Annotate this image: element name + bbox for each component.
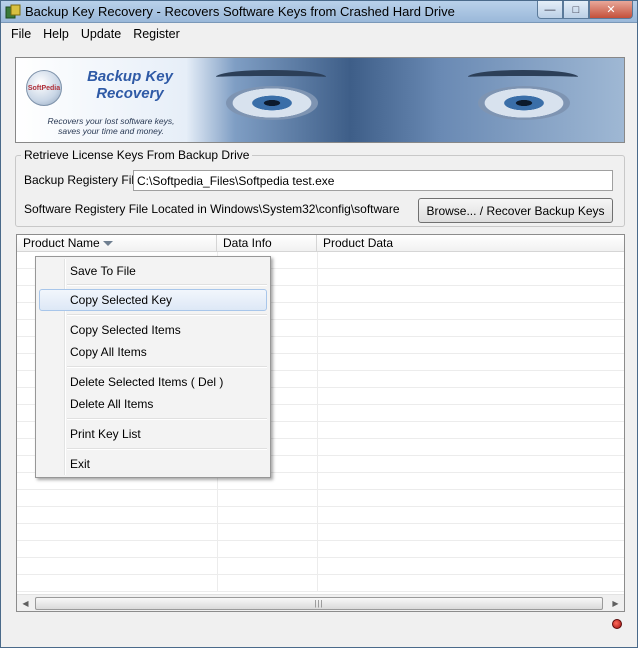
menu-item-copy-selected-items[interactable]: Copy Selected Items [39,319,267,341]
menu-item-print-key-list[interactable]: Print Key List [39,423,267,445]
column-header-data-info[interactable]: Data Info [217,235,317,252]
list-header: Product Name Data Info Product Data [17,235,624,252]
scroll-right-icon[interactable]: ▶ [609,597,622,610]
close-button[interactable]: ✕ [589,1,633,19]
retrieve-group-label: Retrieve License Keys From Backup Drive [21,148,253,162]
window-controls: — □ ✕ [537,1,633,19]
window-title: Backup Key Recovery - Recovers Software … [25,4,455,19]
menu-separator [67,314,267,316]
banner-subtitle: Recovers your lost software keys, saves … [36,116,186,136]
browse-recover-button[interactable]: Browse... / Recover Backup Keys [418,198,613,223]
left-eye-graphic [226,86,318,120]
menu-separator [67,366,267,368]
registry-file-label: Backup Registery File: [24,173,145,187]
column-header-product-data[interactable]: Product Data [317,235,624,252]
status-bar [1,614,637,647]
scroll-left-icon[interactable]: ◀ [19,597,32,610]
menu-register[interactable]: Register [127,24,186,44]
brand-logo: SoftPedia [26,70,62,106]
sort-descending-icon [103,241,113,246]
title-bar[interactable]: Backup Key Recovery - Recovers Software … [1,1,637,23]
product-banner: SoftPedia Backup Key Recovery Recovers y… [15,57,625,143]
left-eyebrow-graphic [216,70,326,84]
context-menu: Save To File Copy Selected Key Copy Sele… [35,256,271,478]
right-eyebrow-graphic [468,70,578,84]
banner-subtitle-line2: saves your time and money. [58,126,164,136]
banner-title: Backup Key Recovery [70,68,190,102]
maximize-button[interactable]: □ [563,1,589,19]
menu-bar: File Help Update Register [1,23,637,45]
menu-item-copy-all-items[interactable]: Copy All Items [39,341,267,363]
banner-title-line2: Recovery [96,85,164,102]
column-header-product-name[interactable]: Product Name [17,235,217,252]
brand-logo-text: SoftPedia [27,84,61,92]
menu-item-copy-selected-key[interactable]: Copy Selected Key [39,289,267,311]
registry-file-input[interactable] [133,170,613,191]
menu-item-exit[interactable]: Exit [39,453,267,475]
horizontal-scrollbar[interactable]: ◀ ||| ▶ [17,594,624,611]
registry-location-text: Software Registery File Located in Windo… [24,202,400,216]
menu-separator [67,284,267,286]
column-divider [317,252,318,592]
menu-item-save-to-file[interactable]: Save To File [39,260,267,282]
menu-item-delete-all-items[interactable]: Delete All Items [39,393,267,415]
menu-update[interactable]: Update [75,24,127,44]
minimize-button[interactable]: — [537,1,563,19]
status-indicator-icon [612,619,622,629]
banner-subtitle-line1: Recovers your lost software keys, [47,116,175,126]
right-eye-graphic [478,86,570,120]
menu-help[interactable]: Help [37,24,75,44]
menu-item-delete-selected-items[interactable]: Delete Selected Items ( Del ) [39,371,267,393]
app-window: Backup Key Recovery - Recovers Software … [0,0,638,648]
banner-title-line1: Backup Key [87,68,173,85]
menu-separator [67,448,267,450]
menu-file[interactable]: File [5,24,37,44]
column-header-product-name-label: Product Name [23,236,100,250]
scroll-thumb[interactable]: ||| [35,597,603,610]
app-key-icon [5,4,21,19]
menu-separator [67,418,267,420]
